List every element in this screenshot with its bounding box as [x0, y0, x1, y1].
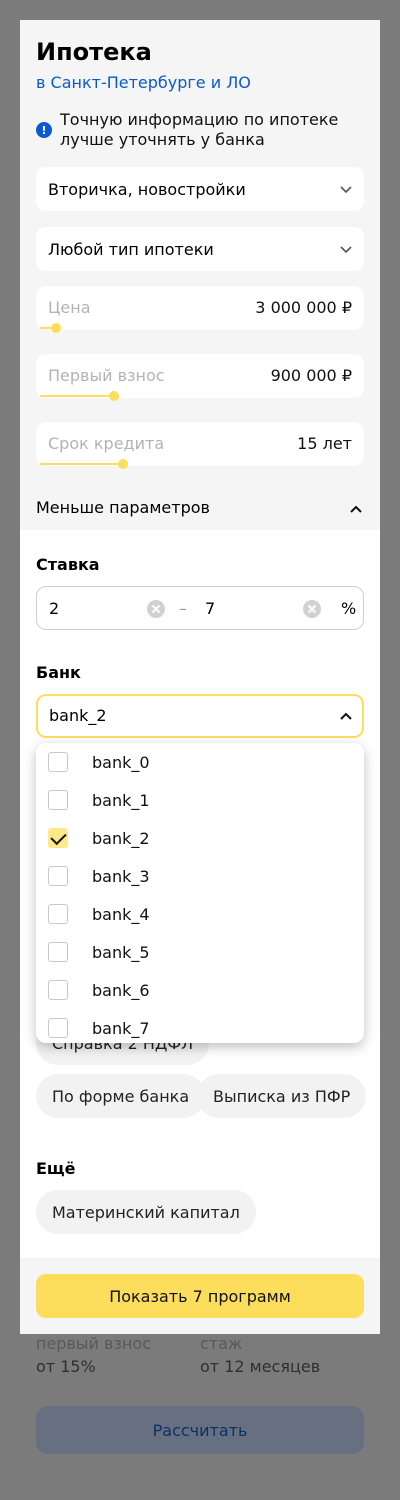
fewer-params-toggle[interactable]: Меньше параметров — [36, 498, 364, 517]
bank-option[interactable]: bank_0 — [36, 743, 364, 781]
clear-rate-to-icon[interactable] — [303, 600, 321, 618]
notice-text: Точную информацию по ипотеке лучше уточн… — [60, 110, 339, 149]
chevron-up-icon — [350, 505, 362, 513]
bank-label: Банк — [36, 663, 81, 682]
term-value: 15 лет — [297, 434, 352, 453]
more-label: Ещё — [36, 1159, 76, 1178]
checkbox[interactable] — [48, 790, 68, 810]
info-notice: ! Точную информацию по ипотеке лучше уто… — [36, 110, 366, 150]
chevron-down-icon — [340, 246, 352, 254]
bank-option-label: bank_7 — [92, 1018, 150, 1038]
bank-dropdown: bank_0 bank_1 bank_2 bank_3 bank_4 bank_… — [36, 743, 364, 1043]
term-field[interactable]: Срок кредита 15 лет — [36, 422, 364, 469]
chip-maternity-capital[interactable]: Материнский капитал — [36, 1190, 256, 1234]
chip-bank-form[interactable]: По форме банка — [36, 1074, 206, 1118]
mortgage-type-value: Любой тип ипотеки — [48, 239, 214, 259]
term-slider-handle[interactable] — [118, 459, 129, 469]
experience-condition-label: стаж — [200, 1334, 243, 1353]
experience-condition-value: от 12 месяцев — [200, 1357, 321, 1376]
bank-select-value: bank_2 — [49, 706, 107, 725]
down-payment-condition-value: от 15% — [36, 1357, 96, 1376]
price-value: 3 000 000 ₽ — [255, 298, 352, 317]
checkbox[interactable] — [48, 866, 68, 886]
property-type-select[interactable]: Вторичка, новостройки — [36, 167, 364, 211]
property-type-value: Вторичка, новостройки — [48, 179, 246, 199]
rate-to-input[interactable]: 7 — [205, 599, 215, 618]
bank-option[interactable]: bank_1 — [36, 781, 364, 819]
region-link[interactable]: в Санкт-Петербурге и ЛО — [36, 73, 251, 92]
chip-pfr-statement[interactable]: Выписка из ПФР — [197, 1074, 367, 1118]
checkbox[interactable] — [48, 904, 68, 924]
chevron-down-icon — [340, 186, 352, 194]
background-page: первый взнос от 15% стаж от 12 месяцев Р… — [0, 1334, 400, 1500]
page-title: Ипотека — [36, 38, 152, 66]
rate-dash: – — [179, 599, 187, 618]
bank-option[interactable]: bank_3 — [36, 857, 364, 895]
price-label: Цена — [48, 298, 91, 317]
bank-option-label: bank_6 — [92, 980, 150, 1000]
rate-label: Ставка — [36, 555, 100, 574]
rate-range-input: 2 – 7 % — [36, 586, 364, 630]
bank-option[interactable]: bank_2 — [36, 819, 364, 857]
rate-unit: % — [341, 599, 357, 618]
checkbox[interactable] — [48, 1018, 68, 1038]
price-field[interactable]: Цена 3 000 000 ₽ — [36, 286, 364, 333]
info-icon: ! — [36, 122, 52, 138]
bank-option-label: bank_3 — [92, 866, 150, 886]
bank-option[interactable]: bank_4 — [36, 895, 364, 933]
clear-rate-from-icon[interactable] — [147, 600, 165, 618]
experience-condition: стаж от 12 месяцев — [200, 1334, 320, 1376]
down-payment-slider-handle[interactable] — [108, 391, 119, 401]
down-payment-value: 900 000 ₽ — [270, 366, 352, 385]
bank-option-label: bank_0 — [92, 752, 150, 772]
bank-select[interactable]: bank_2 — [36, 694, 364, 738]
price-slider-handle[interactable] — [51, 323, 61, 333]
down-payment-label: Первый взнос — [48, 366, 165, 385]
down-payment-slider-track — [40, 395, 114, 397]
down-payment-condition: первый взнос от 15% — [36, 1334, 151, 1376]
fewer-params-label: Меньше параметров — [36, 498, 210, 517]
term-slider-track — [40, 463, 124, 465]
filter-panel: Ипотека в Санкт-Петербурге и ЛО ! Точную… — [20, 20, 380, 1334]
checkbox[interactable] — [48, 828, 68, 848]
down-payment-field[interactable]: Первый взнос 900 000 ₽ — [36, 354, 364, 401]
bank-option[interactable]: bank_5 — [36, 933, 364, 971]
bank-option-label: bank_5 — [92, 942, 150, 962]
term-label: Срок кредита — [48, 434, 165, 453]
bank-option-label: bank_1 — [92, 790, 150, 810]
bank-option-label: bank_4 — [92, 904, 150, 924]
down-payment-condition-label: первый взнос — [36, 1334, 151, 1353]
checkbox[interactable] — [48, 752, 68, 772]
chevron-up-icon — [340, 712, 352, 720]
checkbox[interactable] — [48, 942, 68, 962]
rate-from-input[interactable]: 2 — [49, 599, 59, 618]
bank-option[interactable]: bank_7 — [36, 1009, 364, 1043]
show-programs-button[interactable]: Показать 7 программ — [36, 1274, 364, 1318]
mortgage-type-select[interactable]: Любой тип ипотеки — [36, 227, 364, 271]
calculate-button: Рассчитать — [36, 1406, 364, 1454]
checkbox[interactable] — [48, 980, 68, 1000]
bank-option-label: bank_2 — [92, 828, 150, 848]
bank-option[interactable]: bank_6 — [36, 971, 364, 1009]
